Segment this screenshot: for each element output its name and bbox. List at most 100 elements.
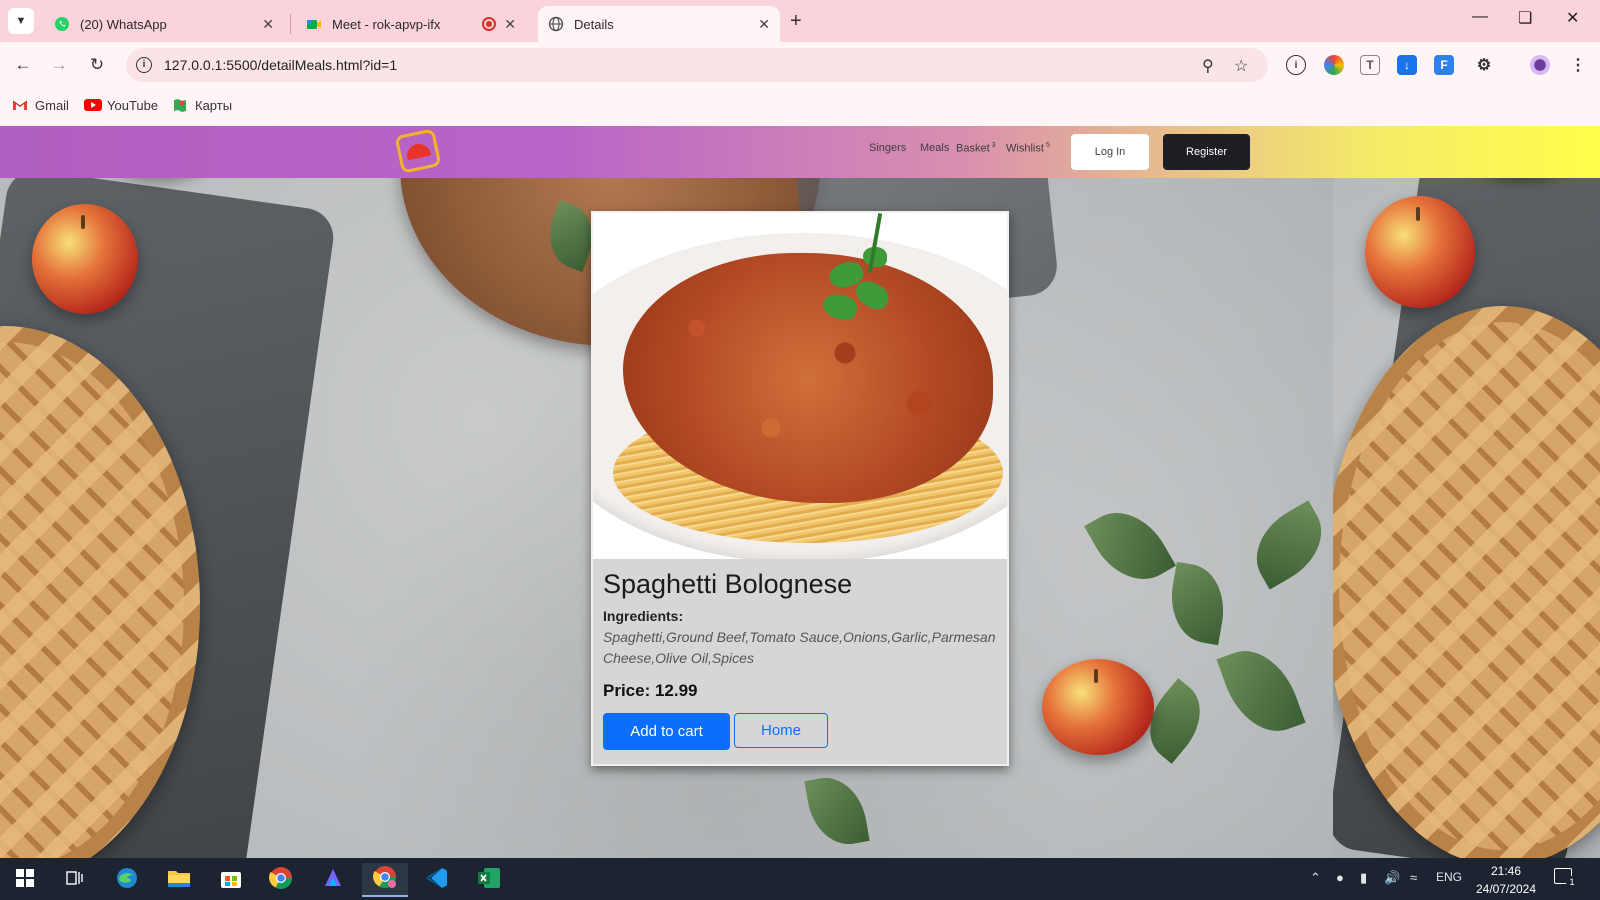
bookmark-gmail[interactable]: Gmail	[12, 97, 69, 113]
background-repeat-panel	[1333, 126, 1600, 858]
browser-menu-icon[interactable]: ⋮	[1568, 55, 1588, 75]
bookmark-label: YouTube	[107, 97, 159, 113]
window-close-icon[interactable]: ✕	[1566, 8, 1579, 28]
register-button[interactable]: Register	[1163, 134, 1250, 170]
back-icon[interactable]: ←	[10, 52, 36, 78]
login-button[interactable]: Log In	[1071, 134, 1149, 170]
meal-image	[593, 213, 1007, 559]
wishlist-count-badge: 5	[1045, 142, 1050, 149]
apple-decoration	[32, 204, 138, 314]
site-navbar: Singers Meals Basket 3 Wishlist 5 Log In R…	[0, 126, 1600, 178]
tab-search-button[interactable]: ▼	[8, 8, 34, 34]
globe-icon	[548, 16, 564, 32]
reload-icon[interactable]: ↻	[84, 52, 110, 78]
task-view-button[interactable]	[52, 863, 98, 897]
bookmark-youtube[interactable]: YouTube	[84, 97, 158, 113]
nav-link-label: Meals	[920, 142, 950, 154]
meal-info: Spaghetti Bolognese Ingredients: Spaghet…	[603, 565, 999, 751]
basket-count-badge: 3	[991, 142, 996, 149]
excel-icon	[477, 866, 501, 895]
tab-meet[interactable]: Meet - rok-apvp-ifx ✕	[296, 6, 526, 42]
taskbar-store[interactable]	[208, 863, 254, 897]
close-icon[interactable]: ✕	[262, 16, 274, 33]
chevron-down-icon: ▼	[15, 15, 27, 27]
close-icon[interactable]: ✕	[504, 16, 516, 33]
battery-icon[interactable]: ▮	[1360, 870, 1367, 886]
extensions-puzzle-icon[interactable]: ⚙	[1474, 55, 1494, 75]
forward-icon[interactable]: →	[46, 52, 72, 78]
whatsapp-icon	[54, 16, 70, 32]
zoom-icon[interactable]: ⚲	[1202, 56, 1214, 76]
tab-whatsapp[interactable]: (20) WhatsApp ✕	[44, 6, 284, 42]
profile-avatar-icon[interactable]	[1530, 55, 1550, 75]
windows-taskbar: ⌃ ● ▮ 🔊 ≈ ENG 21:46 24/07/2024 1	[0, 858, 1600, 900]
restore-icon[interactable]: ❏	[1518, 8, 1532, 28]
copilot-icon	[321, 866, 345, 895]
nav-link-label: Basket	[956, 142, 990, 155]
taskbar-chrome-active[interactable]	[362, 863, 408, 897]
edge-icon	[115, 866, 139, 895]
bookmark-label: Gmail	[35, 97, 69, 113]
task-view-icon	[65, 869, 85, 892]
bookmarks-bar: Gmail YouTube Карты	[0, 88, 1600, 126]
extension-circle-icon[interactable]: i	[1286, 55, 1306, 75]
close-icon[interactable]: ✕	[758, 16, 770, 33]
start-button[interactable]	[2, 863, 48, 897]
nav-link-wishlist[interactable]: Wishlist 5	[1006, 142, 1050, 155]
bookmark-maps[interactable]: Карты	[172, 97, 232, 113]
download-extension-icon[interactable]: ↓	[1397, 55, 1417, 75]
show-hidden-icons-icon[interactable]: ⌃	[1310, 870, 1321, 886]
site-info-icon[interactable]: i	[136, 57, 152, 73]
apple-decoration	[1042, 659, 1154, 755]
url-text[interactable]: 127.0.0.1:5500/detailMeals.html?id=1	[164, 57, 397, 73]
taskbar-vscode[interactable]	[414, 863, 460, 897]
taskbar-copilot[interactable]	[310, 863, 356, 897]
add-to-cart-button[interactable]: Add to cart	[603, 713, 730, 750]
translate-extension-icon[interactable]: T	[1360, 55, 1380, 75]
font-extension-icon[interactable]: F	[1434, 55, 1454, 75]
tab-title: (20) WhatsApp	[80, 16, 167, 32]
color-picker-extension-icon[interactable]	[1324, 55, 1344, 75]
bookmark-star-icon[interactable]: ☆	[1234, 56, 1248, 76]
nav-link-label: Singers	[869, 142, 907, 154]
nav-link-label: Wishlist	[1006, 142, 1044, 155]
card-actions: Add to cart Home	[603, 713, 999, 751]
taskbar-chrome[interactable]	[258, 863, 304, 897]
clock-date: 24/07/2024	[1475, 882, 1537, 896]
store-icon	[220, 867, 242, 894]
youtube-icon	[84, 97, 102, 113]
nav-link-meals[interactable]: Meals	[920, 142, 949, 154]
language-indicator[interactable]: ENG	[1436, 870, 1462, 884]
food-dome-icon	[404, 141, 432, 161]
meal-detail-card: Spaghetti Bolognese Ingredients: Spaghet…	[591, 211, 1009, 766]
home-button[interactable]: Home	[734, 713, 828, 748]
meal-title: Spaghetti Bolognese	[603, 569, 853, 599]
volume-icon[interactable]: 🔊	[1384, 870, 1400, 886]
notification-center-button[interactable]: 1	[1554, 868, 1578, 890]
tab-title: Details	[574, 16, 614, 32]
tab-details[interactable]: Details ✕	[538, 6, 780, 42]
taskbar-edge[interactable]	[104, 863, 150, 897]
tab-separator	[290, 14, 291, 34]
nav-link-singers[interactable]: Singers	[869, 142, 906, 154]
clock-time: 21:46	[1490, 864, 1522, 878]
ingredients-label: Ingredients:	[603, 608, 684, 624]
bookmark-label: Карты	[195, 97, 233, 113]
tab-title: Meet - rok-apvp-ifx	[332, 16, 441, 32]
site-logo[interactable]	[394, 128, 442, 174]
browser-toolbar: ← → ↻ i 127.0.0.1:5500/detailMeals.html?…	[0, 42, 1600, 88]
google-meet-icon	[306, 16, 322, 32]
folder-icon	[167, 867, 191, 894]
minimize-icon[interactable]: —	[1472, 8, 1488, 26]
new-tab-button[interactable]: +	[790, 10, 802, 33]
nav-link-basket[interactable]: Basket 3	[956, 142, 996, 155]
maps-icon	[172, 97, 188, 113]
wifi-icon[interactable]: ≈	[1410, 870, 1417, 885]
microphone-icon[interactable]: ●	[1336, 870, 1344, 885]
clock[interactable]: 21:46 24/07/2024	[1466, 862, 1546, 898]
address-bar[interactable]: i 127.0.0.1:5500/detailMeals.html?id=1 ⚲…	[126, 48, 1268, 82]
taskbar-file-explorer[interactable]	[156, 863, 202, 897]
vscode-icon	[425, 866, 449, 895]
taskbar-excel[interactable]	[466, 863, 512, 897]
chrome-profile-icon	[373, 865, 397, 894]
